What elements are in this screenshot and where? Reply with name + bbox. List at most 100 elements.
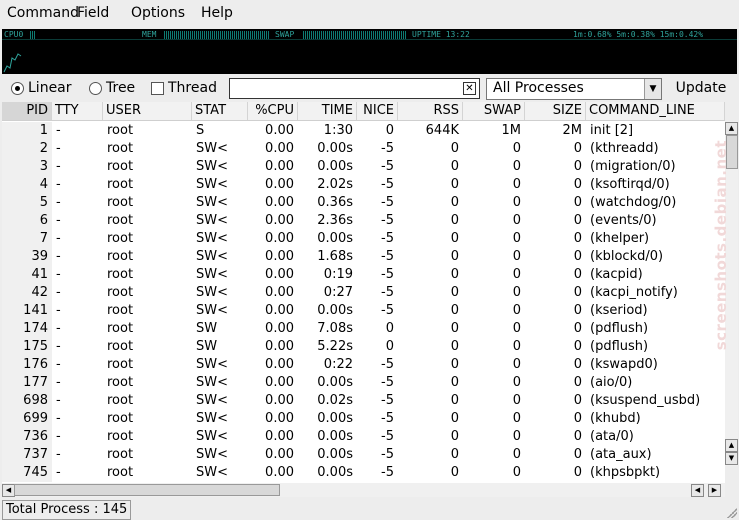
table-row[interactable]: 5- root SW< 0.00 0.36s -5 0 0 0 (watchdog/0) — [2, 194, 725, 212]
thread-checkbox[interactable] — [151, 82, 164, 95]
column-header-tty[interactable]: TTY — [52, 102, 103, 120]
menu-options[interactable]: Options — [131, 5, 185, 21]
cell-size: 0 — [573, 303, 582, 318]
cell-tty: - — [56, 339, 61, 354]
cell-time: 0.02s — [317, 393, 353, 408]
cell-pid: 176 — [2, 356, 52, 374]
scroll-up-icon[interactable]: ▲ — [725, 439, 738, 452]
cell-nice: 0 — [385, 321, 394, 336]
cell-tty: - — [56, 321, 61, 336]
table-row[interactable]: 41- root SW< 0.00 0:19 -5 0 0 0 (kacpid) — [2, 266, 725, 284]
table-row[interactable]: 699- root SW< 0.00 0.00s -5 0 0 0 (khubd) — [2, 410, 725, 428]
column-header-size[interactable]: SIZE — [525, 102, 586, 120]
horizontal-scroll-thumb[interactable] — [14, 484, 280, 496]
column-header-command-line[interactable]: COMMAND_LINE — [586, 102, 725, 120]
column-header-nice[interactable]: NICE — [357, 102, 398, 120]
table-row[interactable]: 174- root SW 0.00 7.08s 0 0 0 0 (pdflush) — [2, 320, 725, 338]
process-filter-select[interactable]: All Processes ▼ — [486, 78, 662, 100]
cell-user: root — [107, 231, 134, 246]
cell-command-line: (kswapd0) — [590, 357, 658, 372]
cell-swap: 0 — [512, 213, 521, 228]
menu-help[interactable]: Help — [201, 5, 233, 21]
status-total-processes: Total Process : 145 — [2, 500, 132, 520]
cell-tty: - — [56, 303, 61, 318]
table-row[interactable]: 745- root SW< 0.00 0.00s -5 0 0 0 (khpsbpkt) — [2, 464, 725, 482]
table-row[interactable]: 2- root SW< 0.00 0.00s -5 0 0 0 (kthreadd) — [2, 140, 725, 158]
menu-bar: Command Field Options Help — [0, 0, 739, 28]
cell-pid: 6 — [2, 212, 52, 230]
scroll-up-icon[interactable]: ▲ — [725, 122, 738, 135]
chevron-down-icon[interactable]: ▼ — [644, 79, 661, 99]
radio-linear[interactable] — [11, 82, 24, 95]
table-row[interactable]: 176- root SW< 0.00 0:22 -5 0 0 0 (kswapd0) — [2, 356, 725, 374]
cell--cpu: 0.00 — [265, 375, 294, 390]
table-row[interactable]: 3- root SW< 0.00 0.00s -5 0 0 0 (migration/0) — [2, 158, 725, 176]
table-row[interactable]: 736- root SW< 0.00 0.00s -5 0 0 0 (ata/0) — [2, 428, 725, 446]
table-header: PID TTY USER STAT %CPU TIME NICE RSS SWAP SIZE COM… — [2, 102, 725, 121]
radio-tree-label[interactable]: Tree — [106, 80, 135, 96]
cell-time: 1.68s — [317, 249, 353, 264]
cell-swap: 0 — [512, 177, 521, 192]
column-header-user[interactable]: USER — [103, 102, 192, 120]
cell--cpu: 0.00 — [265, 429, 294, 444]
cell-nice: -5 — [381, 159, 394, 174]
table-row[interactable]: 737- root SW< 0.00 0.00s -5 0 0 0 (ata_aux) — [2, 446, 725, 464]
table-row[interactable]: 175- root SW 0.00 5.22s 0 0 0 0 (pdflush) — [2, 338, 725, 356]
cell-size: 0 — [573, 321, 582, 336]
cell-user: root — [107, 177, 134, 192]
menu-command[interactable]: Command — [7, 5, 79, 21]
column-header--cpu[interactable]: %CPU — [248, 102, 298, 120]
column-header-time[interactable]: TIME — [298, 102, 357, 120]
radio-linear-label[interactable]: Linear — [28, 80, 72, 96]
cell--cpu: 0.00 — [265, 465, 294, 480]
column-header-swap[interactable]: SWAP — [463, 102, 525, 120]
table-row[interactable]: 6- root SW< 0.00 2.36s -5 0 0 0 (events/0) — [2, 212, 725, 230]
cell-stat: SW< — [196, 375, 228, 390]
process-table: PID TTY USER STAT %CPU TIME NICE RSS SWAP SIZE COM… — [2, 102, 725, 483]
table-row[interactable]: 141- root SW< 0.00 0.00s -5 0 0 0 (kseriod) — [2, 302, 725, 320]
menu-field[interactable]: Field — [77, 5, 109, 21]
table-row[interactable]: 698- root SW< 0.00 0.02s -5 0 0 0 (ksuspend_usbd) — [2, 392, 725, 410]
thread-checkbox-label[interactable]: Thread — [168, 80, 217, 96]
cell-user: root — [107, 249, 134, 264]
clear-search-icon[interactable]: ✕ — [463, 82, 476, 95]
cell-tty: - — [56, 393, 61, 408]
scroll-down-icon[interactable]: ▼ — [725, 452, 738, 465]
table-row[interactable]: 39- root SW< 0.00 1.68s -5 0 0 0 (kblockd/0) — [2, 248, 725, 266]
cell-stat: SW< — [196, 429, 228, 444]
cell-nice: -5 — [381, 303, 394, 318]
cell-nice: -5 — [381, 249, 394, 264]
cell-size: 0 — [573, 393, 582, 408]
column-header-stat[interactable]: STAT — [192, 102, 248, 120]
cell-time: 0.00s — [317, 429, 353, 444]
radio-tree[interactable] — [89, 82, 102, 95]
cell-time: 1:30 — [323, 123, 353, 138]
table-row[interactable]: 4- root SW< 0.00 2.02s -5 0 0 0 (ksoftirqd/0) — [2, 176, 725, 194]
table-row[interactable]: 177- root SW< 0.00 0.00s -5 0 0 0 (aio/0) — [2, 374, 725, 392]
column-header-pid[interactable]: PID — [2, 102, 52, 120]
cell-stat: SW< — [196, 303, 228, 318]
cell-size: 0 — [573, 447, 582, 462]
cell-command-line: (ata_aux) — [590, 447, 652, 462]
cell-tty: - — [56, 447, 61, 462]
cell-nice: -5 — [381, 447, 394, 462]
cell-swap: 0 — [512, 357, 521, 372]
cell-tty: - — [56, 465, 61, 480]
update-button[interactable]: Update — [668, 78, 734, 98]
resize-grip-icon[interactable] — [727, 508, 737, 518]
cell-time: 0.00s — [317, 231, 353, 246]
scroll-right-icon[interactable]: ▶ — [708, 484, 721, 497]
cell-tty: - — [56, 375, 61, 390]
table-row[interactable]: 7- root SW< 0.00 0.00s -5 0 0 0 (khelper) — [2, 230, 725, 248]
cell-rss: 0 — [450, 465, 459, 480]
column-header-rss[interactable]: RSS — [398, 102, 463, 120]
table-row[interactable]: 42- root SW< 0.00 0:27 -5 0 0 0 (kacpi_notify) — [2, 284, 725, 302]
cell--cpu: 0.00 — [265, 411, 294, 426]
cell-swap: 0 — [512, 447, 521, 462]
search-input[interactable]: ✕ — [229, 78, 480, 99]
cell-stat: S — [196, 123, 205, 138]
horizontal-scrollbar[interactable]: ◀ ◀ ▶ — [2, 483, 725, 497]
table-row[interactable]: 1- root S 0.00 1:30 0 644K 1M 2M init [2] — [2, 122, 725, 140]
scroll-left-icon[interactable]: ◀ — [691, 484, 704, 497]
cell-swap: 0 — [512, 339, 521, 354]
